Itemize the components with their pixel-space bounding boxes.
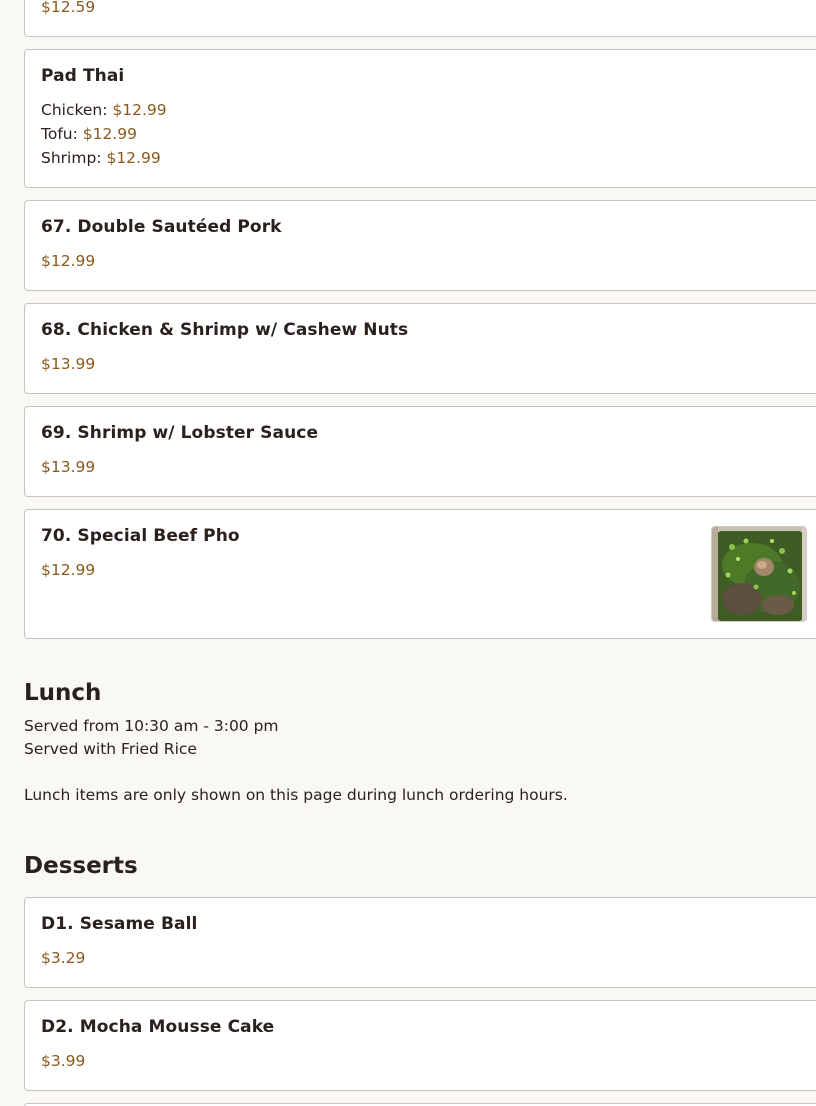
- section-title-lunch: Lunch: [24, 680, 102, 706]
- variant-shrimp: Shrimp: $12.99: [41, 149, 161, 167]
- item-photo[interactable]: [711, 526, 807, 622]
- item-name: 70. Special Beef Pho: [41, 526, 240, 546]
- item-name: 69. Shrimp w/ Lobster Sauce: [41, 423, 319, 443]
- variant-chicken: Chicken: $12.99: [41, 101, 167, 119]
- variant-label: Tofu:: [41, 125, 78, 143]
- variant-tofu: Tofu: $12.99: [41, 125, 137, 143]
- menu-page: $12.59 Pad Thai Chicken: $12.99 Tofu: $1…: [0, 0, 816, 1106]
- menu-item-card-pad-thai[interactable]: Pad Thai Chicken: $12.99 Tofu: $12.99 Sh…: [24, 49, 816, 188]
- section-title-desserts: Desserts: [24, 853, 138, 879]
- variant-label: Shrimp:: [41, 149, 102, 167]
- variant-price: $12.99: [112, 101, 167, 119]
- variant-price: $12.99: [106, 149, 161, 167]
- item-price: $13.99: [41, 458, 96, 476]
- item-name: D1. Sesame Ball: [41, 914, 198, 934]
- menu-item-card[interactable]: 68. Chicken & Shrimp w/ Cashew Nuts $13.…: [24, 303, 816, 394]
- variant-label: Chicken:: [41, 101, 108, 119]
- lunch-side: Served with Fried Rice: [24, 740, 197, 758]
- item-price: $12.99: [41, 252, 96, 270]
- lunch-hours: Served from 10:30 am - 3:00 pm: [24, 717, 279, 735]
- menu-item-card[interactable]: D1. Sesame Ball $3.29: [24, 897, 816, 988]
- item-price: $3.99: [41, 1052, 86, 1070]
- item-price: $3.29: [41, 949, 86, 967]
- item-price: $13.99: [41, 355, 96, 373]
- menu-item-card[interactable]: 67. Double Sautéed Pork $12.99: [24, 200, 816, 291]
- menu-item-card[interactable]: D2. Mocha Mousse Cake $3.99: [24, 1000, 816, 1091]
- item-name: D2. Mocha Mousse Cake: [41, 1017, 275, 1037]
- lunch-notice: Lunch items are only shown on this page …: [24, 786, 568, 804]
- variant-price: $12.99: [82, 125, 138, 143]
- item-name: 68. Chicken & Shrimp w/ Cashew Nuts: [41, 320, 409, 340]
- pho-photo-image: [712, 527, 806, 621]
- item-name: Pad Thai: [41, 66, 125, 86]
- menu-item-card[interactable]: 69. Shrimp w/ Lobster Sauce $13.99: [24, 406, 816, 497]
- item-price: $12.99: [41, 561, 96, 579]
- menu-item-card[interactable]: 70. Special Beef Pho $12.99: [24, 509, 816, 639]
- item-price: $12.59: [41, 0, 96, 16]
- item-name: 67. Double Sautéed Pork: [41, 217, 282, 237]
- menu-item-card-partial[interactable]: $12.59: [24, 0, 816, 37]
